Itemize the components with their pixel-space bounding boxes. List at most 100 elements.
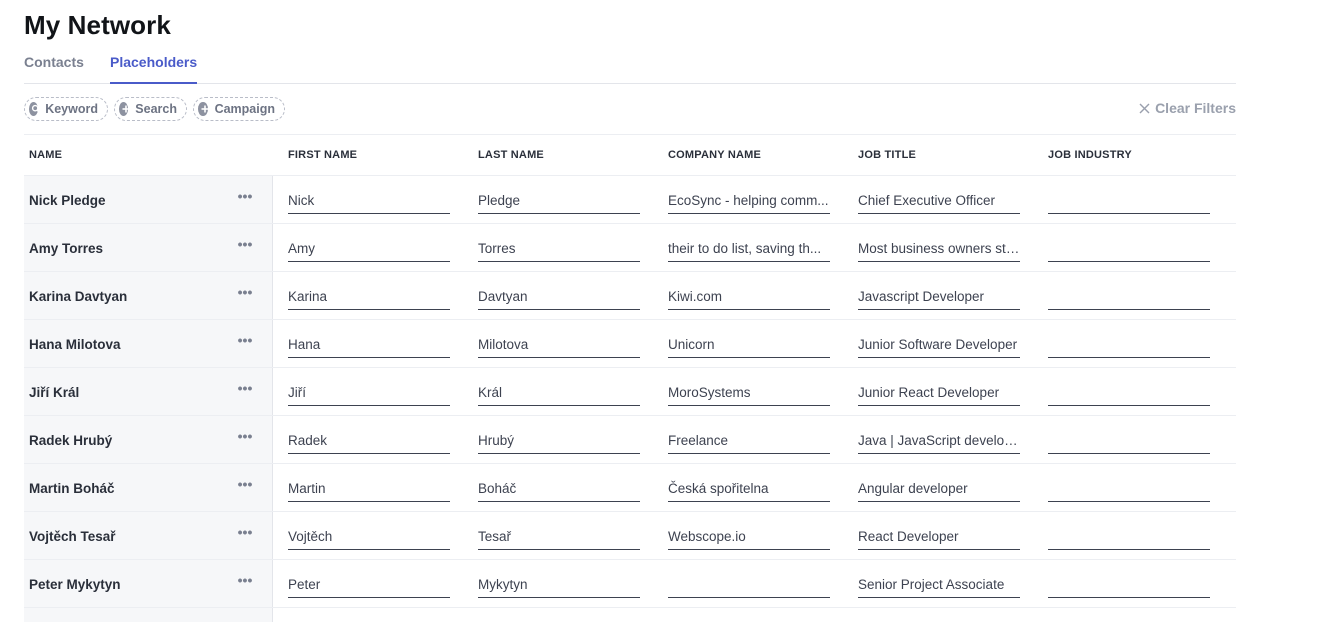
last-name-field[interactable]: Torres: [478, 238, 640, 262]
job-title-field[interactable]: Chief Executive Officer: [858, 190, 1020, 214]
job-industry-field[interactable]: [1048, 238, 1210, 262]
company-name-field[interactable]: EcoSync - helping comm...: [668, 190, 830, 214]
more-options-icon[interactable]: •••: [236, 333, 254, 350]
first-name-field[interactable]: Martin: [288, 478, 450, 502]
name-cell: Jiří Král •••: [24, 368, 273, 415]
table-row: Hana Milotova ••• Hana Milotova Unicorn Junio…: [24, 320, 1236, 368]
tab-placeholders[interactable]: Placeholders: [110, 54, 198, 84]
first-name-field[interactable]: Radek: [288, 430, 450, 454]
column-header-first-name[interactable]: FIRST NAME: [288, 149, 357, 161]
more-options-icon[interactable]: •••: [236, 237, 254, 254]
table-row: Peter Mykytyn ••• Peter Mykytyn Senior Proje…: [24, 560, 1236, 608]
first-name-field[interactable]: Peter: [288, 574, 450, 598]
job-industry-field[interactable]: [1048, 574, 1210, 598]
column-header-job-industry[interactable]: JOB INDUSTRY: [1048, 149, 1132, 161]
contact-name[interactable]: Hana Milotova: [29, 337, 121, 352]
name-cell: Nick Pledge •••: [24, 176, 273, 223]
campaign-filter-chip[interactable]: Campaign: [193, 97, 285, 121]
column-header-last-name[interactable]: LAST NAME: [478, 149, 544, 161]
last-name-field[interactable]: Milotova: [478, 334, 640, 358]
first-name-field[interactable]: Hana: [288, 334, 450, 358]
filter-bar: Keyword Search Campaign Clear Filters: [24, 97, 1236, 123]
first-name-field[interactable]: Karina: [288, 286, 450, 310]
job-industry-field[interactable]: [1048, 430, 1210, 454]
name-cell: Radek Hrubý •••: [24, 416, 273, 463]
contact-name[interactable]: Vojtěch Tesař: [29, 529, 116, 544]
search-filter-chip[interactable]: Search: [114, 97, 187, 121]
job-title-field[interactable]: Java | JavaScript developer: [858, 430, 1020, 454]
job-industry-field[interactable]: [1048, 382, 1210, 406]
keyword-filter-chip[interactable]: Keyword: [24, 97, 108, 121]
plus-icon: [198, 102, 209, 116]
contact-name[interactable]: Peter Mykytyn: [29, 577, 121, 592]
contact-name[interactable]: Radek Hrubý: [29, 433, 112, 448]
company-name-field[interactable]: MoroSystems: [668, 382, 830, 406]
job-industry-field[interactable]: [1048, 478, 1210, 502]
last-name-field[interactable]: Davtyan: [478, 286, 640, 310]
more-options-icon[interactable]: •••: [236, 285, 254, 302]
first-name-field[interactable]: Jiří: [288, 382, 450, 406]
company-name-field[interactable]: Česká spořitelna: [668, 478, 830, 502]
company-name-field[interactable]: Unicorn: [668, 334, 830, 358]
more-options-icon[interactable]: •••: [236, 573, 254, 590]
job-industry-field[interactable]: [1048, 526, 1210, 550]
chip-label: Campaign: [214, 102, 275, 116]
plus-icon: [119, 102, 130, 116]
job-industry-field[interactable]: [1048, 286, 1210, 310]
company-name-field[interactable]: [668, 574, 830, 598]
job-title-field[interactable]: Junior Software Developer: [858, 334, 1020, 358]
more-options-icon[interactable]: •••: [236, 189, 254, 206]
company-name-field[interactable]: Freelance: [668, 430, 830, 454]
clear-filters-label: Clear Filters: [1155, 100, 1236, 116]
table-header: NAME FIRST NAME LAST NAME COMPANY NAME J…: [24, 135, 1236, 176]
more-options-icon[interactable]: •••: [236, 429, 254, 446]
job-title-field[interactable]: Most business owners str...: [858, 238, 1020, 262]
last-name-field[interactable]: Mykytyn: [478, 574, 640, 598]
name-cell: Martin Boháč •••: [24, 464, 273, 511]
last-name-field[interactable]: Tesař: [478, 526, 640, 550]
search-icon: [29, 102, 40, 116]
first-name-field[interactable]: Vojtěch: [288, 526, 450, 550]
table-row: Jiří Král ••• Jiří Král MoroSystems Junior Re…: [24, 368, 1236, 416]
column-header-job-title[interactable]: JOB TITLE: [858, 149, 916, 161]
contact-name[interactable]: Jiří Král: [29, 385, 79, 400]
first-name-field[interactable]: Amy: [288, 238, 450, 262]
company-name-field[interactable]: their to do list, saving th...: [668, 238, 830, 262]
job-title-field[interactable]: Junior React Developer: [858, 382, 1020, 406]
last-name-field[interactable]: Král: [478, 382, 640, 406]
company-name-field[interactable]: Kiwi.com: [668, 286, 830, 310]
last-name-field[interactable]: Pledge: [478, 190, 640, 214]
tab-bar: Contacts Placeholders: [24, 54, 1236, 84]
column-header-name[interactable]: NAME: [29, 149, 62, 161]
more-options-icon[interactable]: •••: [236, 525, 254, 542]
clear-filters-button[interactable]: Clear Filters: [1139, 100, 1236, 116]
job-title-field[interactable]: Senior Project Associate: [858, 574, 1020, 598]
table-row: Martin Boháč ••• Martin Boháč Česká spořitel…: [24, 464, 1236, 512]
table-row: Radek Hrubý ••• Radek Hrubý Freelance Java | …: [24, 416, 1236, 464]
first-name-field[interactable]: Nick: [288, 190, 450, 214]
page-title: My Network: [24, 10, 171, 40]
job-industry-field[interactable]: [1048, 334, 1210, 358]
tab-contacts[interactable]: Contacts: [24, 54, 84, 83]
job-title-field[interactable]: Javascript Developer: [858, 286, 1020, 310]
job-title-field[interactable]: Angular developer: [858, 478, 1020, 502]
table-row: Vojtěch Tesař ••• Vojtěch Tesař Webscope.io R…: [24, 512, 1236, 560]
close-icon: [1139, 103, 1150, 113]
company-name-field[interactable]: Webscope.io: [668, 526, 830, 550]
last-name-field[interactable]: Hrubý: [478, 430, 640, 454]
job-title-field[interactable]: React Developer: [858, 526, 1020, 550]
more-options-icon[interactable]: •••: [236, 477, 254, 494]
name-cell: [24, 608, 273, 622]
contact-name[interactable]: Martin Boháč: [29, 481, 115, 496]
last-name-field[interactable]: Boháč: [478, 478, 640, 502]
contact-name[interactable]: Amy Torres: [29, 241, 103, 256]
more-options-icon[interactable]: •••: [236, 381, 254, 398]
column-header-company-name[interactable]: COMPANY NAME: [668, 149, 761, 161]
table-body: Nick Pledge ••• Nick Pledge EcoSync - helpin…: [24, 176, 1236, 608]
table-row-partial: [24, 608, 1236, 622]
contact-name[interactable]: Nick Pledge: [29, 193, 106, 208]
name-cell: Vojtěch Tesař •••: [24, 512, 273, 559]
name-cell: Amy Torres •••: [24, 224, 273, 271]
contact-name[interactable]: Karina Davtyan: [29, 289, 127, 304]
job-industry-field[interactable]: [1048, 190, 1210, 214]
